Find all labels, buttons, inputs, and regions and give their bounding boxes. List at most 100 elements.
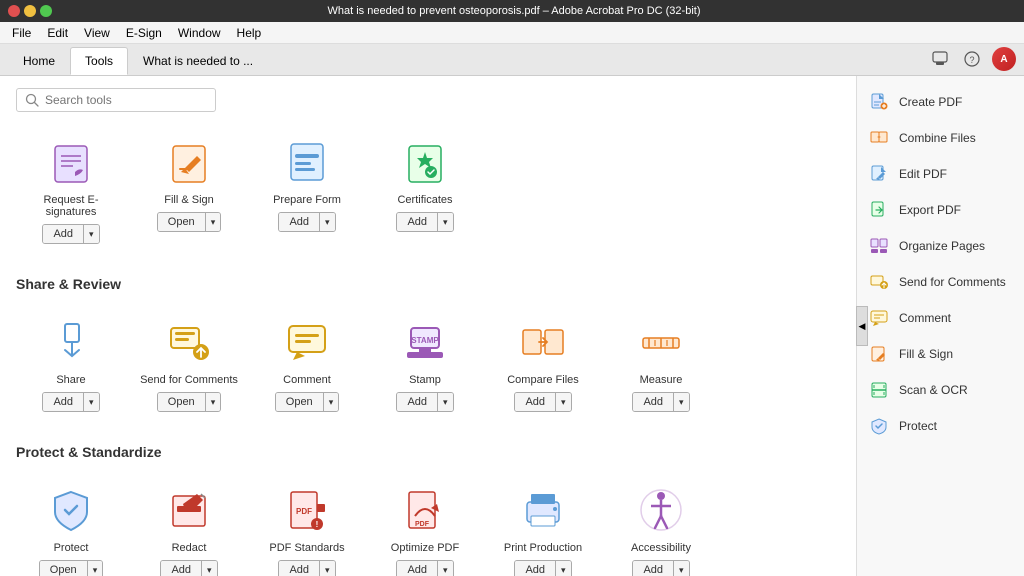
send-for-comments-open-btn[interactable]: Open [158,393,205,411]
menu-file[interactable]: File [4,22,39,43]
sidebar-protect-label: Protect [899,419,937,433]
accessibility-btn-group: Add ▾ [632,560,689,576]
optimize-pdf-add-btn[interactable]: Add [397,561,437,576]
stamp-label: Stamp [409,374,441,386]
optimize-pdf-dropdown[interactable]: ▾ [437,561,453,576]
share-tab-btn[interactable] [928,47,952,71]
compare-files-dropdown[interactable]: ▾ [555,393,571,411]
send-for-comments-label: Send for Comments [140,374,238,386]
sidebar-create-pdf-label: Create PDF [899,95,962,109]
redact-icon [163,484,215,536]
menu-esign[interactable]: E-Sign [118,22,170,43]
tab-tools[interactable]: Tools [70,47,128,75]
pdf-standards-dropdown[interactable]: ▾ [319,561,335,576]
sidebar-item-comment[interactable]: Comment [857,300,1024,336]
prepare-form-dropdown[interactable]: ▾ [319,213,335,231]
print-production-dropdown[interactable]: ▾ [555,561,571,576]
compare-files-add-btn[interactable]: Add [515,393,555,411]
prepare-form-add-btn[interactable]: Add [279,213,319,231]
tool-share: Share Add ▾ [16,308,126,420]
print-production-add-btn[interactable]: Add [515,561,555,576]
sidebar-export-pdf-label: Export PDF [899,203,961,217]
fill-sign-open-btn[interactable]: Open [158,213,205,231]
measure-dropdown[interactable]: ▾ [673,393,689,411]
svg-text:?: ? [969,55,974,65]
sidebar-item-protect[interactable]: Protect [857,408,1024,444]
fill-sign-label: Fill & Sign [164,194,214,206]
pdf-standards-add-btn[interactable]: Add [279,561,319,576]
accessibility-label: Accessibility [631,542,691,554]
tool-certificates: Certificates Add ▾ [370,128,480,252]
sidebar-item-edit-pdf[interactable]: Edit PDF [857,156,1024,192]
stamp-icon: STAMP [399,316,451,368]
fill-sign-btn-group: Open ▾ [157,212,221,232]
share-review-grid: Share Add ▾ Send for Comment [16,308,840,420]
tool-optimize-pdf: PDF Optimize PDF Add ▾ [370,476,480,576]
prepare-form-icon [281,136,333,188]
pdf-standards-btn-group: Add ▾ [278,560,335,576]
menu-view[interactable]: View [76,22,118,43]
top-tools-grid: Request E-signatures Add ▾ Fill & Sign [16,128,840,252]
redact-label: Redact [172,542,207,554]
sidebar-send-comments-icon [869,272,889,292]
minimize-btn[interactable] [24,5,36,17]
tab-document[interactable]: What is needed to ... [128,47,268,75]
menu-help[interactable]: Help [229,22,270,43]
stamp-add-btn[interactable]: Add [397,393,437,411]
certificates-dropdown[interactable]: ▾ [437,213,453,231]
comment-open-btn[interactable]: Open [276,393,323,411]
sidebar-item-combine-files[interactable]: Combine Files [857,120,1024,156]
sidebar-collapse-btn[interactable]: ◀ [856,306,868,346]
request-esig-icon [45,136,97,188]
tool-measure: Measure Add ▾ [606,308,716,420]
measure-add-btn[interactable]: Add [633,393,673,411]
redact-add-btn[interactable]: Add [161,561,201,576]
comment-dropdown[interactable]: ▾ [323,393,339,411]
help-btn[interactable]: ? [960,47,984,71]
certificates-btn-group: Add ▾ [396,212,453,232]
request-esig-add-btn[interactable]: Add [43,225,83,243]
tool-send-for-comments: Send for Comments Open ▾ [134,308,244,420]
export-pdf-icon [869,200,889,220]
accessibility-dropdown[interactable]: ▾ [673,561,689,576]
protect-open-btn[interactable]: Open [40,561,87,576]
right-sidebar: Create PDF Combine Files [856,76,1024,576]
maximize-btn[interactable] [40,5,52,17]
sidebar-scan-ocr-label: Scan & OCR [899,383,968,397]
menu-window[interactable]: Window [170,22,229,43]
share-dropdown[interactable]: ▾ [83,393,99,411]
window-title: What is needed to prevent osteoporosis.p… [52,5,976,17]
fill-sign-dropdown[interactable]: ▾ [205,213,221,231]
certificates-add-btn[interactable]: Add [397,213,437,231]
tool-prepare-form: Prepare Form Add ▾ [252,128,362,252]
sidebar-fill-sign-label: Fill & Sign [899,347,953,361]
share-review-heading: Share & Review [16,276,840,292]
redact-dropdown[interactable]: ▾ [201,561,217,576]
request-esig-label: Request E-signatures [20,194,122,218]
search-bar [16,88,216,112]
sidebar-item-export-pdf[interactable]: Export PDF [857,192,1024,228]
svg-text:!: ! [316,520,319,529]
request-esig-dropdown[interactable]: ▾ [83,225,99,243]
menu-edit[interactable]: Edit [39,22,76,43]
tab-home[interactable]: Home [8,47,70,75]
request-esig-btn-group: Add ▾ [42,224,99,244]
user-avatar[interactable]: A [992,47,1016,71]
share-add-btn[interactable]: Add [43,393,83,411]
search-input[interactable] [45,93,207,107]
send-for-comments-dropdown[interactable]: ▾ [205,393,221,411]
accessibility-add-btn[interactable]: Add [633,561,673,576]
close-btn[interactable] [8,5,20,17]
sidebar-item-organize-pages[interactable]: Organize Pages [857,228,1024,264]
stamp-dropdown[interactable]: ▾ [437,393,453,411]
print-production-btn-group: Add ▾ [514,560,571,576]
sidebar-item-scan-ocr[interactable]: Scan & OCR [857,372,1024,408]
sidebar-item-send-for-comments[interactable]: Send for Comments [857,264,1024,300]
sidebar-item-fill-sign[interactable]: Fill & Sign [857,336,1024,372]
sidebar-item-create-pdf[interactable]: Create PDF [857,84,1024,120]
organize-pages-icon [869,236,889,256]
fill-sign-icon [163,136,215,188]
comment-icon [281,316,333,368]
protect-dropdown[interactable]: ▾ [87,561,103,576]
share-btn-group: Add ▾ [42,392,99,412]
